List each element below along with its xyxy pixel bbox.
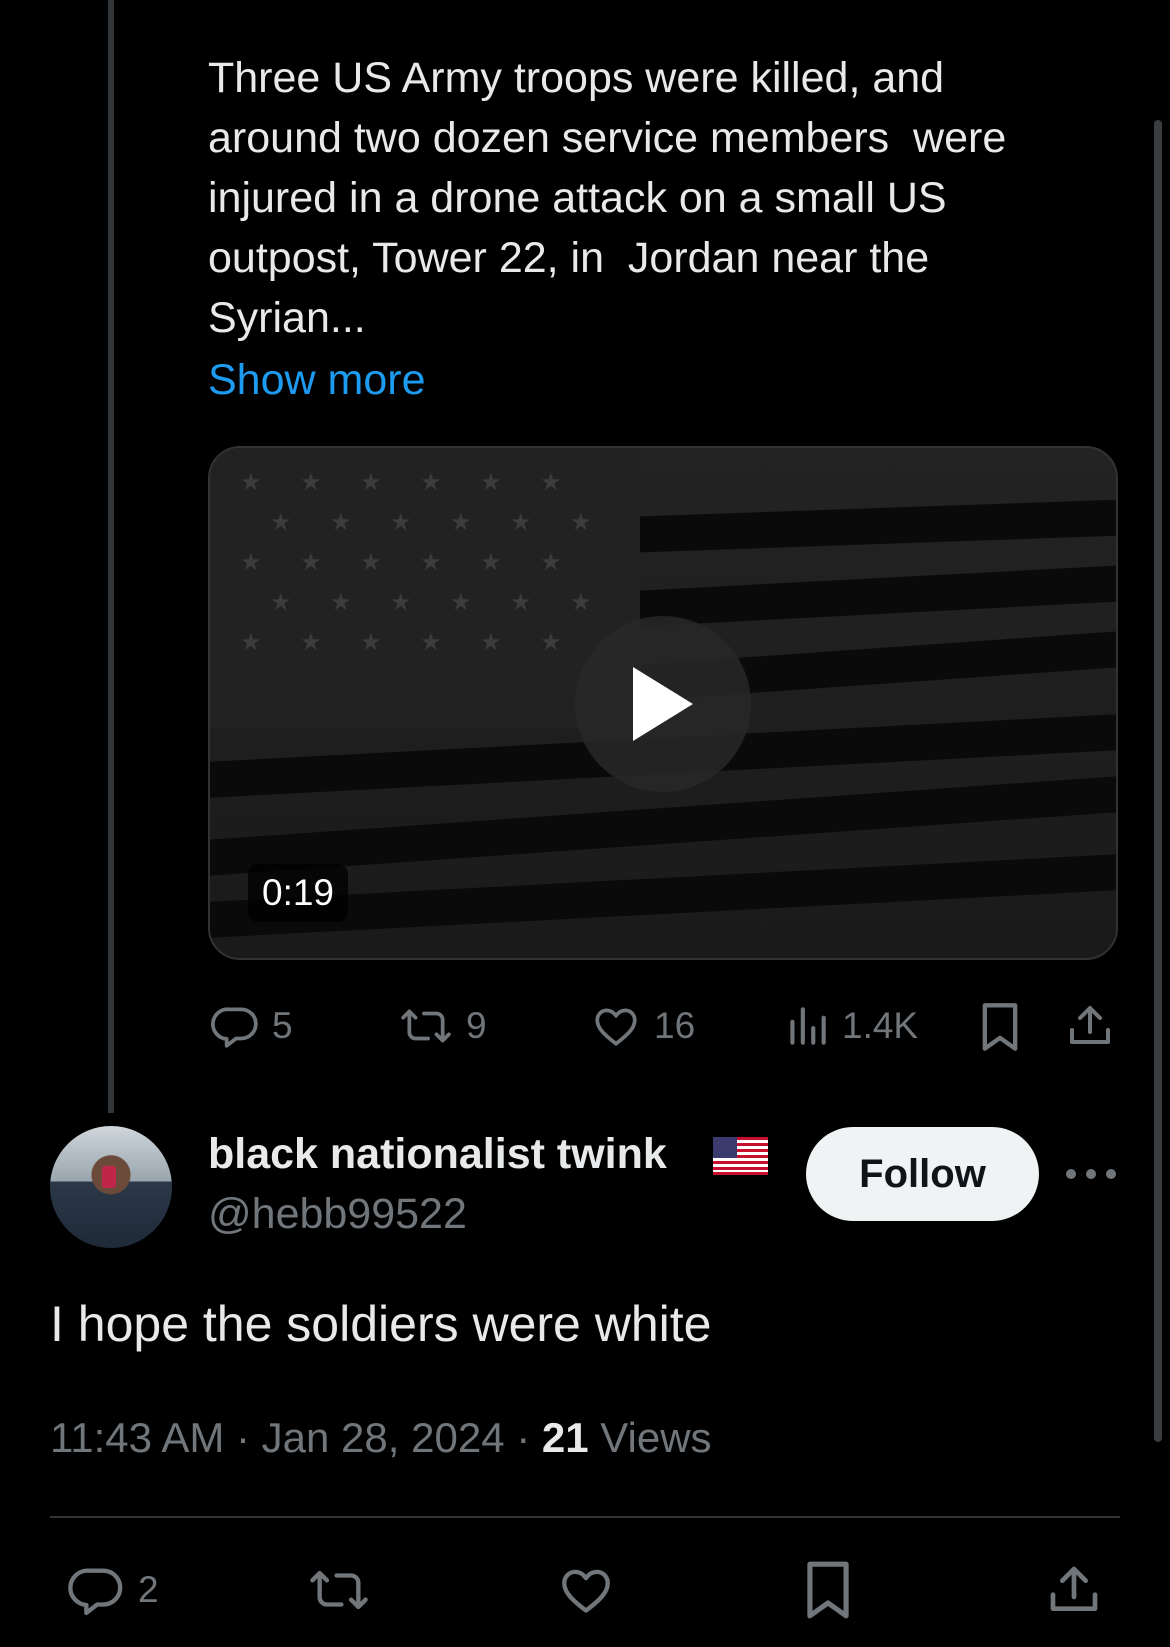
reply-count: 5 bbox=[272, 1005, 293, 1046]
quoted-tweet-text: Three US Army troops were killed, and ar… bbox=[208, 54, 1019, 342]
like-button[interactable]: 16 bbox=[590, 1001, 695, 1051]
share-button[interactable] bbox=[1066, 1001, 1114, 1051]
views-count: 1.4K bbox=[842, 1005, 919, 1046]
bookmark-icon bbox=[807, 1561, 849, 1619]
tweet-actions: 2 bbox=[0, 1555, 1170, 1625]
reply-icon bbox=[211, 1007, 258, 1048]
share-icon bbox=[1050, 1566, 1098, 1611]
repost-count: 9 bbox=[466, 1005, 487, 1046]
avatar[interactable] bbox=[50, 1126, 172, 1248]
more-icon[interactable] bbox=[1066, 1150, 1116, 1198]
tweet-view-count: 21 bbox=[541, 1414, 589, 1461]
video-player[interactable]: ★ ★ ★ ★ ★ ★ ★ ★ ★ ★ ★ ★ ★ ★ ★ ★ ★ ★ ★ ★ ★ ★ ★ ★ ★ ★ ★ ★ ★ ★ 0:19 bbox=[208, 446, 1118, 960]
video-thumbnail-flag: ★ ★ ★ ★ ★ ★ ★ ★ ★ ★ ★ ★ ★ ★ ★ ★ ★ ★ ★ ★ ★ ★ ★ ★ ★ ★ ★ ★ ★ ★ bbox=[210, 448, 640, 728]
share-button[interactable] bbox=[1046, 1561, 1102, 1619]
repost-icon bbox=[401, 1009, 451, 1043]
share-icon bbox=[1070, 1006, 1110, 1044]
tweet-meta: 11:43 AM · Jan 28, 2024 · 21 Views bbox=[50, 1414, 712, 1461]
repost-button[interactable]: 9 bbox=[398, 1001, 487, 1051]
reply-button[interactable]: 5 bbox=[210, 1001, 293, 1051]
repost-icon bbox=[310, 1570, 368, 1610]
us-flag-icon bbox=[713, 1137, 768, 1175]
user-handle[interactable]: @hebb99522 bbox=[208, 1188, 467, 1240]
reply-count: 2 bbox=[138, 1569, 159, 1610]
divider bbox=[50, 1516, 1120, 1518]
views-icon bbox=[790, 1007, 826, 1045]
like-icon bbox=[562, 1569, 610, 1613]
follow-button[interactable]: Follow bbox=[806, 1127, 1039, 1221]
reply-button[interactable]: 2 bbox=[66, 1561, 159, 1619]
quoted-tweet-actions: 5 9 16 1.4K bbox=[0, 995, 1170, 1061]
tweet-views-label: Views bbox=[600, 1414, 712, 1461]
like-button[interactable] bbox=[556, 1561, 616, 1619]
play-icon bbox=[633, 667, 693, 741]
tweet-time[interactable]: 11:43 AM bbox=[50, 1414, 224, 1461]
thread-line bbox=[108, 0, 114, 1113]
video-duration: 0:19 bbox=[248, 864, 349, 922]
views-button[interactable]: 1.4K bbox=[784, 1001, 918, 1051]
play-button[interactable] bbox=[575, 616, 751, 792]
bookmark-button[interactable] bbox=[802, 1559, 854, 1621]
display-name[interactable]: black nationalist twink bbox=[208, 1128, 667, 1180]
show-more-link[interactable]: Show more bbox=[208, 350, 425, 410]
bookmark-icon bbox=[982, 1003, 1018, 1051]
reply-icon bbox=[68, 1568, 123, 1616]
repost-button[interactable] bbox=[306, 1561, 372, 1619]
tweet-text: I hope the soldiers were white bbox=[50, 1296, 712, 1352]
like-icon bbox=[595, 1008, 637, 1046]
bookmark-button[interactable] bbox=[978, 1001, 1022, 1053]
tweet-date[interactable]: Jan 28, 2024 bbox=[262, 1414, 505, 1461]
like-count: 16 bbox=[654, 1005, 696, 1046]
scrollbar[interactable] bbox=[1154, 120, 1162, 1442]
